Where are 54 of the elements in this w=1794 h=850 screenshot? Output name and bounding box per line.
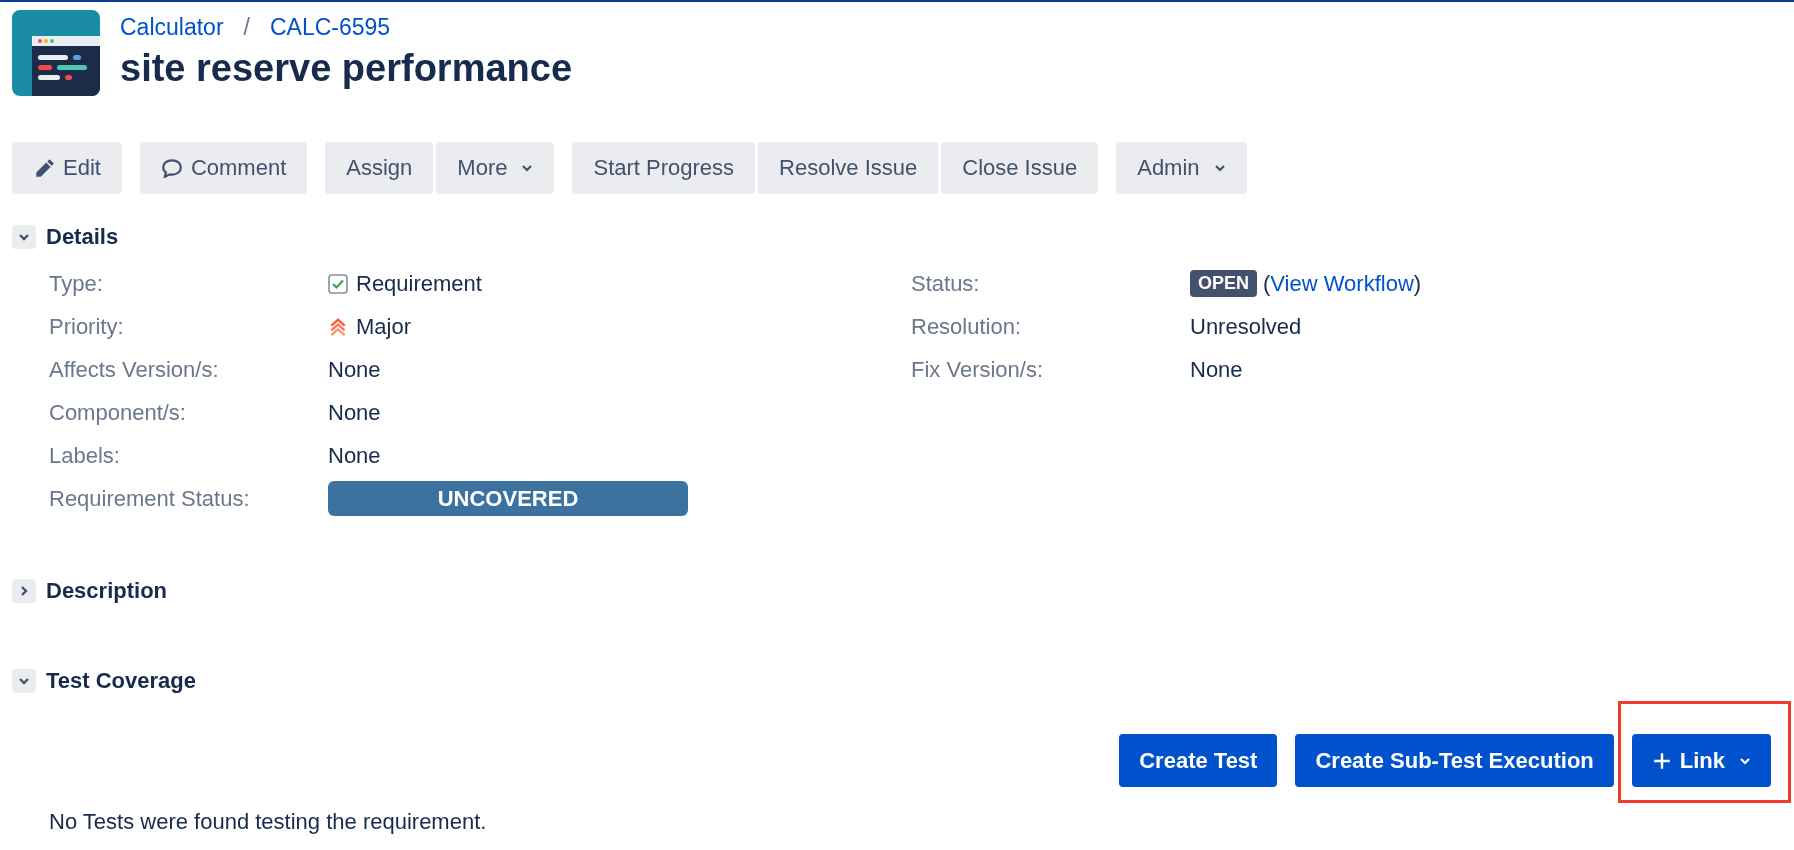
field-value: Major [356, 313, 411, 340]
toggle-button[interactable] [12, 669, 36, 693]
breadcrumb-link[interactable]: CALC-6595 [269, 14, 391, 41]
toolbar-button[interactable]: Resolve Issue [758, 142, 939, 194]
coverage-button[interactable]: Link [1631, 734, 1771, 787]
section-title: Description [46, 578, 168, 604]
field-label: Type: [49, 270, 104, 297]
project-logo-icon [12, 10, 100, 96]
field-value: None [328, 442, 381, 469]
toolbar-button[interactable]: Edit [12, 142, 122, 194]
field-label: Component/s: [49, 399, 187, 426]
chevron-right-icon [18, 585, 30, 597]
field-label: Labels: [49, 442, 121, 469]
breadcrumb-link[interactable]: Calculator [120, 14, 224, 41]
coverage-button[interactable]: Create Test [1119, 734, 1278, 787]
field-label: Requirement Status: [49, 485, 251, 512]
field-label: Affects Version/s: [49, 356, 220, 383]
toolbar-button[interactable]: Assign [325, 142, 434, 194]
workflow-text: (View Workflow) [1263, 270, 1422, 297]
checkbox-icon [328, 273, 348, 294]
breadcrumb-separator: / [243, 14, 250, 41]
caret-icon [1739, 755, 1751, 766]
section-title: Test Coverage [46, 668, 196, 694]
issue-title: site reserve performance [120, 47, 573, 90]
field-label: Resolution: [911, 313, 1023, 340]
field-label: Fix Version/s: [911, 356, 1045, 383]
priority-chevrons-icon [328, 316, 348, 337]
requirement-status-badge: UNCOVERED [328, 481, 688, 516]
toolbar-button[interactable]: Close Issue [941, 142, 1099, 194]
toggle-button[interactable] [12, 225, 36, 249]
toolbar-button[interactable]: More [436, 142, 555, 194]
chevron-down-icon [18, 231, 30, 243]
caret-icon [1213, 163, 1226, 173]
field-value: None [1190, 356, 1243, 383]
view-workflow-link[interactable]: View Workflow [1270, 270, 1414, 296]
speech-bubble-icon [160, 158, 183, 178]
field-label: Status: [911, 270, 981, 297]
field-value: None [328, 399, 381, 426]
field-value: None [328, 356, 381, 383]
field-value: Unresolved [1190, 313, 1302, 340]
caret-icon [521, 163, 534, 173]
toggle-button[interactable] [12, 579, 36, 603]
toolbar-button[interactable]: Start Progress [572, 142, 756, 194]
field-label: Priority: [49, 313, 125, 340]
toolbar-button[interactable]: Admin [1116, 142, 1247, 194]
toolbar-button[interactable]: Comment [139, 142, 308, 194]
plus-icon [1651, 750, 1672, 771]
empty-message: No Tests were found testing the requirement. [49, 809, 488, 835]
pencil-icon [33, 158, 55, 178]
status-lozenge: OPEN [1190, 270, 1257, 297]
field-value: Requirement [356, 270, 482, 297]
coverage-button[interactable]: Create Sub-Test Execution [1295, 734, 1614, 787]
chevron-down-icon [18, 675, 30, 687]
section-title: Details [46, 224, 119, 250]
